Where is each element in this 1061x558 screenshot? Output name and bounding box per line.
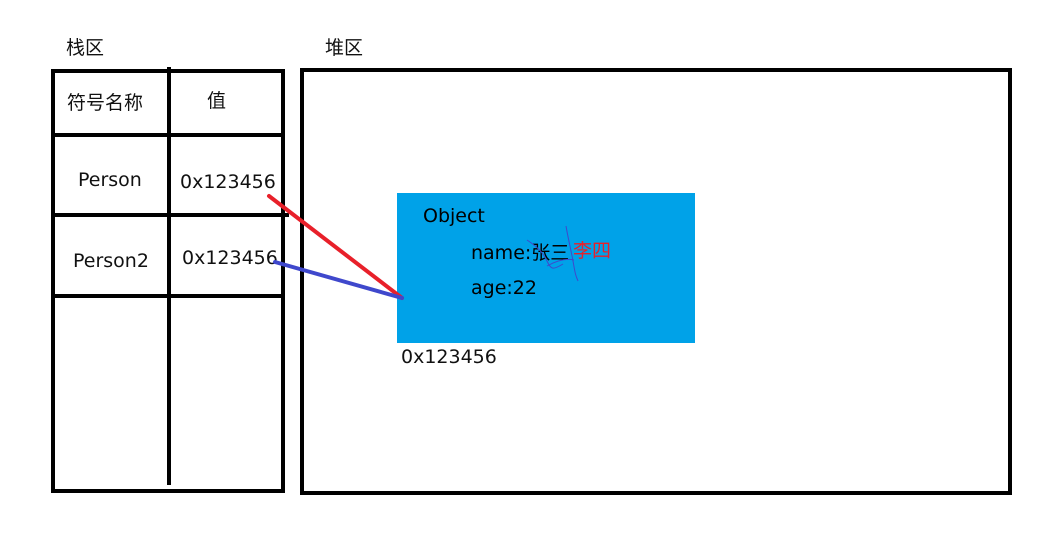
stack-row-divider-1 — [51, 133, 285, 137]
object-new-name: 李四 — [573, 240, 612, 262]
stack-row-divider-2 — [51, 213, 289, 217]
row-person2-value: 0x123456 — [182, 247, 278, 269]
object-title: Object — [423, 205, 485, 227]
stack-area-title: 栈区 — [66, 37, 105, 59]
stack-column-divider — [167, 67, 171, 485]
object-address: 0x123456 — [401, 346, 497, 368]
row-person-symbol: Person — [78, 169, 142, 191]
header-symbol-name: 符号名称 — [67, 92, 144, 114]
header-value: 值 — [207, 90, 227, 112]
row-person-value: 0x123456 — [180, 171, 276, 193]
object-old-name: 张三 — [531, 242, 570, 264]
row-person2-symbol: Person2 — [73, 250, 149, 272]
object-name-field: name:张三 — [471, 244, 569, 263]
stack-row-divider-3 — [51, 294, 285, 298]
object-age-field: age:22 — [471, 277, 537, 299]
heap-area-title: 堆区 — [325, 37, 364, 59]
object-name-label: name: — [471, 242, 532, 264]
